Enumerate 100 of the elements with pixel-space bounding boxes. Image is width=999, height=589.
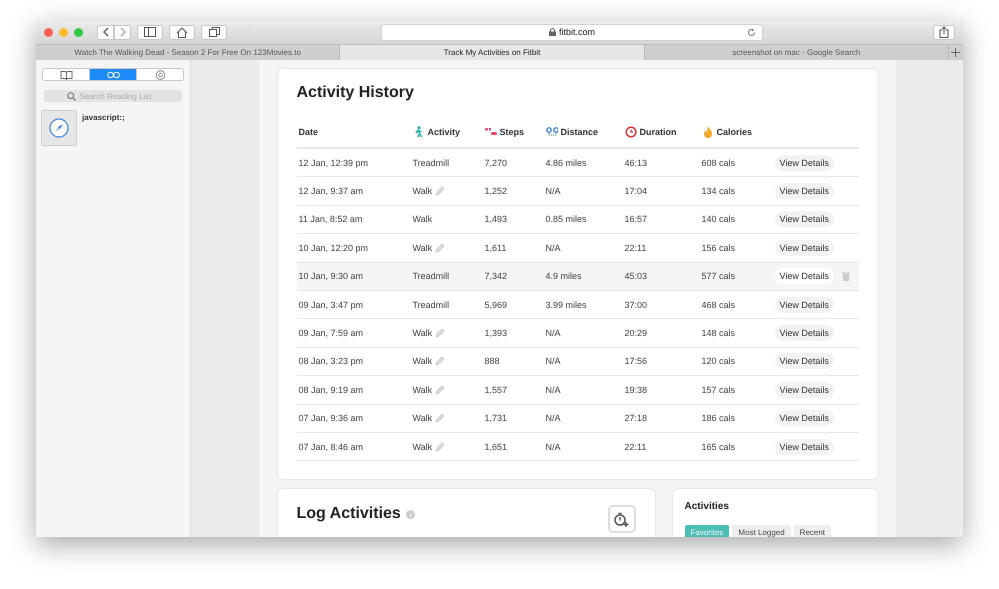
table-cell-text: 09 Jan, 7:59 am <box>298 328 364 338</box>
view-details-button[interactable]: View Details <box>774 353 834 370</box>
trash-icon[interactable] <box>842 272 850 281</box>
filter-tab[interactable]: Most Logged <box>732 525 791 537</box>
segment-tab[interactable] <box>89 69 136 80</box>
compass-icon <box>49 118 69 138</box>
pencil-icon[interactable] <box>435 186 446 196</box>
back-button[interactable] <box>97 24 114 40</box>
table-cell-text: 1,731 <box>484 413 508 424</box>
table-cell-text: 888 <box>484 356 501 366</box>
table-cell-text: 1,252 <box>484 186 508 196</box>
card-title: Log Activities <box>296 505 401 524</box>
table-cell-text: 08 Jan, 9:19 am <box>298 384 364 395</box>
address-text: fitbit.com <box>558 27 595 37</box>
table-cell-text: 4.9 miles <box>544 271 583 282</box>
pencil-icon[interactable] <box>435 384 446 395</box>
table-cell-text: 4.86 miles <box>544 158 588 168</box>
table-cell-text: 157 cals <box>700 384 736 395</box>
stopwatch-plus-icon <box>612 511 630 528</box>
table-cell: Walk <box>412 328 432 338</box>
lock-icon <box>548 28 556 36</box>
pencil-icon[interactable] <box>435 328 446 338</box>
filter-tab[interactable]: Recent <box>794 525 832 537</box>
table-cell: Walk <box>412 413 432 424</box>
table-cell-text: 156 cals <box>700 242 736 253</box>
search-field[interactable]: Search Reading List <box>44 90 182 102</box>
walking-person-icon <box>412 126 424 138</box>
table-cell: Walk <box>412 214 432 224</box>
table-cell-text: 577 cals <box>700 271 736 282</box>
tabs-overview-button[interactable] <box>201 24 227 40</box>
table-cell-text: 45:03 <box>624 271 648 282</box>
reload-icon[interactable] <box>747 28 756 36</box>
table-cell: Walk <box>412 242 432 253</box>
table-cell: Treadmill <box>412 158 450 168</box>
pencil-icon[interactable] <box>435 413 446 424</box>
table-cell-text: 1,557 <box>484 384 508 395</box>
column-header: Distance <box>560 126 598 136</box>
card-title: Activity History <box>296 84 415 102</box>
table-cell-text: 16:57 <box>624 214 648 224</box>
table-cell-text: 22:11 <box>624 442 648 452</box>
column-header: Calories <box>716 126 752 136</box>
table-cell-text: 1,611 <box>484 242 508 253</box>
highlighted-row[interactable]: 10 Jan, 9:30 am Treadmill 7,342 4.9 miles 45:03 577 cals View Details <box>296 262 858 291</box>
view-details-button[interactable]: View Details <box>774 240 834 256</box>
table-cell-text: 0.85 miles <box>544 214 588 224</box>
table-cell-text: 20:29 <box>624 328 648 338</box>
card-title: Activities <box>684 501 730 512</box>
table-cell-text: N/A <box>544 328 562 338</box>
table-cell-text: 11 Jan, 8:52 am <box>298 214 364 224</box>
view-details-button[interactable]: View Details <box>774 268 834 284</box>
thumbnail[interactable] <box>41 110 77 146</box>
view-details-button[interactable]: View Details <box>774 382 834 398</box>
glasses-icon <box>106 70 120 80</box>
table-cell-text: 17:04 <box>624 186 648 196</box>
book-icon <box>60 70 72 80</box>
table-cell-text: 5,969 <box>484 300 508 310</box>
table-cell-text: 120 cals <box>700 356 736 366</box>
table-cell: Walk <box>412 186 432 196</box>
add-timer-button[interactable] <box>608 505 636 534</box>
pencil-icon[interactable] <box>435 442 446 452</box>
overlapping-squares-icon <box>208 27 220 37</box>
home-button[interactable] <box>169 24 195 40</box>
table-cell-text: 134 cals <box>700 186 736 196</box>
segment-tab[interactable] <box>43 69 89 80</box>
pencil-icon[interactable] <box>435 356 446 366</box>
column-header: Activity <box>428 126 460 136</box>
view-details-button[interactable]: View Details <box>774 410 834 426</box>
info-icon[interactable] <box>406 510 415 519</box>
clock-icon <box>624 126 636 138</box>
table-cell: Walk <box>412 356 432 366</box>
table-cell-text: 186 cals <box>700 413 736 424</box>
pencil-icon[interactable] <box>435 242 446 253</box>
plus-icon <box>951 48 960 57</box>
share-button[interactable] <box>933 24 955 40</box>
sidebar-icon <box>144 27 156 37</box>
share-icon <box>939 26 949 38</box>
table-cell-text: N/A <box>544 242 562 253</box>
view-details-button[interactable]: View Details <box>774 154 834 171</box>
view-details-button[interactable]: View Details <box>774 211 834 228</box>
table-cell: Walk <box>412 384 432 395</box>
table-cell-text: 10 Jan, 12:20 pm <box>298 242 370 253</box>
view-details-button[interactable]: View Details <box>774 325 834 342</box>
new-tab-button[interactable] <box>948 45 963 60</box>
address-field[interactable]: fitbit.com <box>381 24 763 40</box>
table-cell: Walk <box>412 442 432 452</box>
chevron-right-icon <box>118 27 126 37</box>
column-header: Steps <box>500 126 524 136</box>
browser-tab[interactable]: Track My Activities on Fitbit <box>340 45 645 60</box>
sidebar-button[interactable] <box>137 24 163 40</box>
flame-icon <box>702 126 714 138</box>
table-cell-text: 12 Jan, 9:37 am <box>298 186 364 196</box>
view-details-button[interactable]: View Details <box>774 183 834 200</box>
footprints-icon <box>484 126 496 138</box>
table-cell-text: 08 Jan, 3:23 pm <box>298 356 364 366</box>
view-details-button[interactable]: View Details <box>774 438 834 455</box>
table-cell-text: 12 Jan, 12:39 pm <box>298 158 370 168</box>
view-details-button[interactable]: View Details <box>774 296 834 313</box>
reading-list-title[interactable]: javascript:; <box>82 113 125 146</box>
segment-tab[interactable] <box>136 69 183 80</box>
table-cell-text: 468 cals <box>700 300 736 310</box>
